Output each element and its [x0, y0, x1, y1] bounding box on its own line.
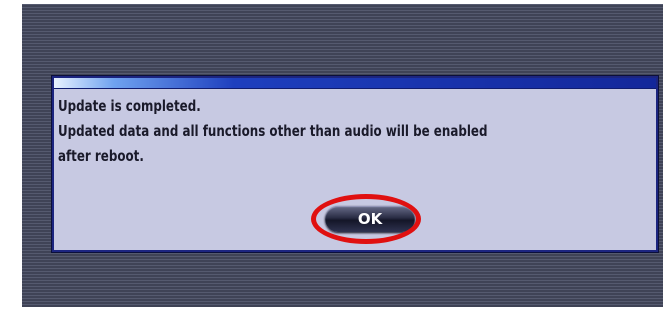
- message-line-3: after reboot.: [58, 147, 144, 165]
- message-line-1: Update is completed.: [58, 97, 201, 115]
- update-complete-dialog: Update is completed. Updated data and al…: [52, 76, 658, 252]
- dialog-message: Update is completed. Updated data and al…: [58, 94, 577, 169]
- dialog-title-bar: [54, 78, 656, 89]
- message-line-2: Updated data and all functions other tha…: [58, 122, 488, 140]
- ok-button[interactable]: OK: [325, 206, 415, 232]
- navigation-display-background: Update is completed. Updated data and al…: [22, 4, 663, 307]
- screenshot-canvas: Update is completed. Updated data and al…: [0, 0, 663, 315]
